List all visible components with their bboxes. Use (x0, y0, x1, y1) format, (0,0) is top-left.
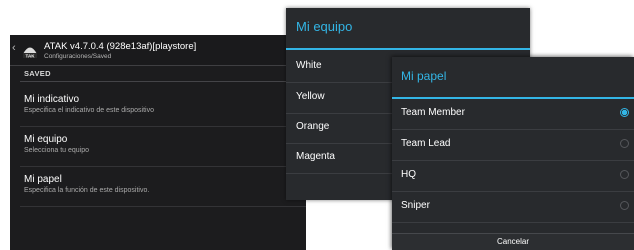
option-label: Team Member (401, 107, 465, 118)
pref-title: Mi equipo (24, 134, 68, 145)
role-option-sniper[interactable]: Sniper (392, 192, 634, 222)
pref-summary: Especifica la función de este dispositiv… (24, 187, 150, 194)
radio-button[interactable] (620, 170, 629, 179)
breadcrumb: Configuraciones/Saved (44, 53, 112, 60)
dialog-title: Mi equipo (296, 19, 353, 34)
divider (20, 166, 306, 167)
divider (392, 222, 634, 223)
section-header: SAVED (24, 69, 51, 78)
divider (20, 126, 306, 127)
settings-screen: ‹ TAK ATAK v4.7.0.4 (928e13af)[playstore… (10, 35, 306, 250)
cancel-button[interactable]: Cancelar (392, 234, 634, 250)
option-label: Sniper (401, 200, 430, 211)
pref-summary: Selecciona tu equipo (24, 147, 89, 154)
pref-summary: Especifica el indicativo de este disposi… (24, 107, 154, 114)
radio-button[interactable] (620, 139, 629, 148)
chevron-left-icon[interactable]: ‹ (12, 43, 16, 54)
divider (10, 65, 306, 66)
radio-button[interactable] (620, 201, 629, 210)
screen: ‹ TAK ATAK v4.7.0.4 (928e13af)[playstore… (0, 0, 634, 250)
svg-text:TAK: TAK (26, 53, 36, 58)
app-title: ATAK v4.7.0.4 (928e13af)[playstore] (44, 41, 197, 52)
radio-button-checked[interactable] (620, 108, 629, 117)
dialog-title-divider (286, 48, 530, 50)
option-label: Yellow (296, 91, 325, 102)
pref-title: Mi papel (24, 174, 62, 185)
option-label: Team Lead (401, 138, 451, 149)
role-option-hq[interactable]: HQ (392, 161, 634, 191)
divider (20, 206, 306, 207)
pref-title: Mi indicativo (24, 94, 80, 105)
option-label: Orange (296, 121, 330, 132)
option-label: White (296, 60, 322, 71)
role-option-team-member[interactable]: Team Member (392, 99, 634, 129)
role-option-team-lead[interactable]: Team Lead (392, 130, 634, 160)
tak-app-icon[interactable]: TAK (20, 40, 40, 60)
dialog-title: Mi papel (401, 69, 447, 83)
role-dialog: Mi papel Team Member Team Lead HQ Sniper… (392, 57, 634, 250)
option-label: Magenta (296, 151, 335, 162)
option-label: HQ (401, 169, 416, 180)
action-bar: ‹ TAK ATAK v4.7.0.4 (928e13af)[playstore… (10, 35, 306, 65)
divider (20, 81, 306, 82)
